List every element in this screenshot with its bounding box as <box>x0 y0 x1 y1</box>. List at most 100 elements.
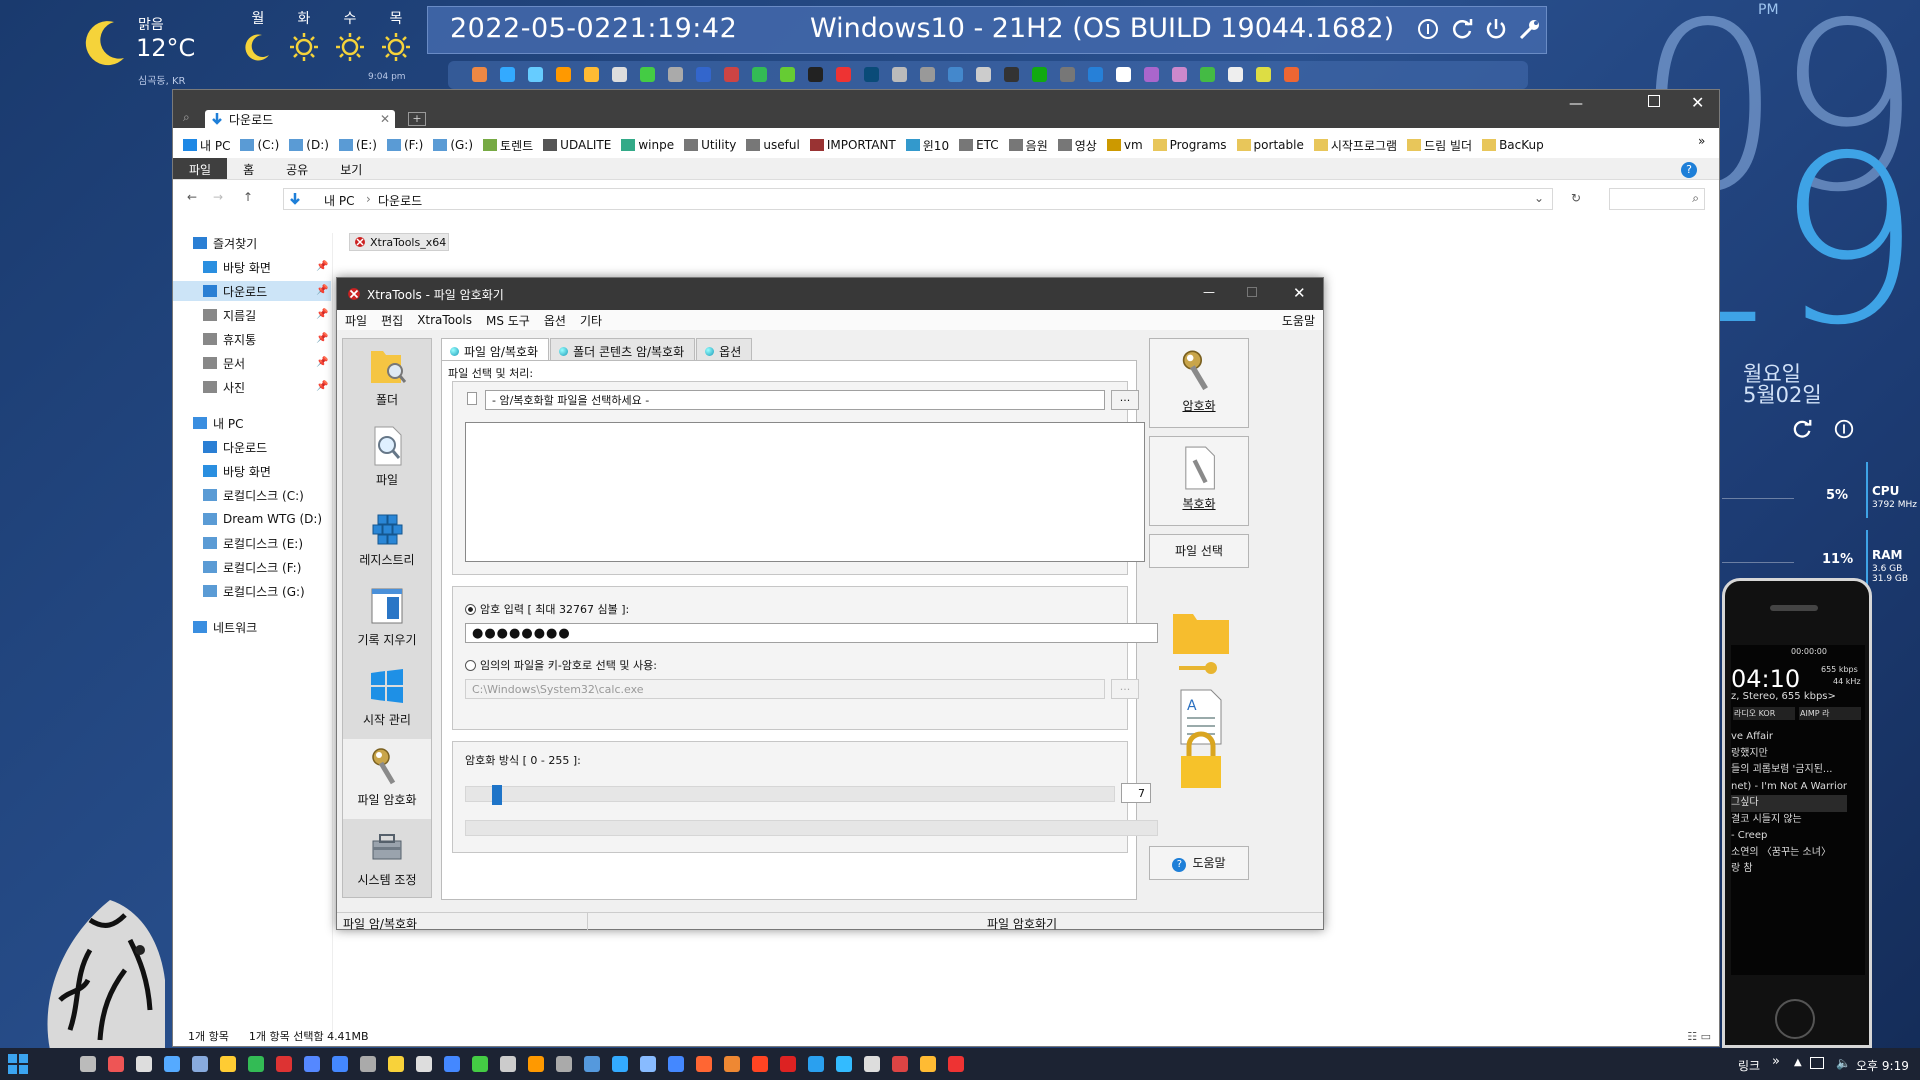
dock-app-icon[interactable] <box>948 67 963 82</box>
close-tab-icon[interactable]: ✕ <box>380 112 390 126</box>
dock-app-icon[interactable] <box>976 67 991 82</box>
favorite-link[interactable]: (C:) <box>240 138 279 152</box>
ribbon-tab-home[interactable]: 홈 <box>227 158 270 179</box>
taskbar-app-icon[interactable] <box>864 1056 880 1072</box>
tab-folder-encrypt[interactable]: 폴더 콘텐츠 암/복호화 <box>550 338 696 360</box>
taskbar-app-icon[interactable] <box>248 1056 264 1072</box>
tool-startup-manager-button[interactable]: 시작 관리 <box>343 659 431 739</box>
playlist-item[interactable]: 들의 괴롭보렴 '금지된... <box>1731 762 1847 779</box>
tool-system-tweak-button[interactable]: 시스템 조정 <box>343 819 431 899</box>
select-file-button[interactable]: 파일 선택 <box>1149 534 1249 568</box>
encrypt-button[interactable]: 암호화 <box>1149 338 1249 428</box>
help-icon[interactable]: ? <box>1681 162 1697 178</box>
method-slider-track[interactable] <box>465 785 1115 805</box>
taskbar-app-icon[interactable] <box>80 1056 96 1072</box>
dock-app-icon[interactable] <box>752 67 767 82</box>
taskbar-app-icon[interactable] <box>612 1056 628 1072</box>
pin-icon[interactable]: 📌 <box>316 357 328 368</box>
dock-app-icon[interactable] <box>528 67 543 82</box>
up-icon[interactable]: ↑ <box>243 190 253 204</box>
nav-item[interactable]: 로컬디스크 (F:) <box>203 557 301 577</box>
method-slider-thumb[interactable] <box>491 785 502 805</box>
taskbar-app-icon[interactable] <box>416 1056 432 1072</box>
favorite-link[interactable]: (G:) <box>433 138 473 152</box>
playlist-item[interactable]: ve Affair <box>1731 729 1847 746</box>
taskbar-app-icon[interactable] <box>444 1056 460 1072</box>
dock-app-icon[interactable] <box>584 67 599 82</box>
taskbar-app-icon[interactable] <box>528 1056 544 1072</box>
favorite-link[interactable]: 토렌트 <box>483 137 533 154</box>
playlist-item[interactable]: 랑했지만 <box>1731 746 1847 763</box>
nav-item[interactable]: 다운로드 <box>173 281 331 301</box>
method-value-input[interactable]: 7 <box>1121 783 1151 803</box>
menu-ms-tools[interactable]: MS 도구 <box>486 312 530 329</box>
nav-item[interactable]: 다운로드 <box>203 437 267 457</box>
tab-downloads[interactable]: 다운로드 ✕ <box>205 110 395 128</box>
info-icon[interactable] <box>1416 17 1440 41</box>
minimize-icon[interactable]: — <box>1569 96 1583 112</box>
details-view-icon[interactable]: ☷ ▭ <box>1687 1030 1711 1043</box>
taskbar-app-icon[interactable] <box>108 1056 124 1072</box>
favorite-link[interactable]: winpe <box>621 138 674 152</box>
taskbar-app-icon[interactable] <box>360 1056 376 1072</box>
tab-options[interactable]: 옵션 <box>696 338 753 360</box>
pin-icon[interactable]: 📌 <box>316 381 328 392</box>
ribbon-tab-view[interactable]: 보기 <box>324 158 378 179</box>
new-tab-button[interactable]: + <box>408 112 426 126</box>
favorite-link[interactable]: vm <box>1106 138 1143 152</box>
dock-app-icon[interactable] <box>864 67 879 82</box>
playlist-item[interactable]: 그싶다 <box>1731 795 1848 812</box>
nav-item[interactable]: 내 PC <box>193 413 243 433</box>
dock-app-icon[interactable] <box>1004 67 1019 82</box>
nav-item[interactable]: 로컬디스크 (E:) <box>203 533 303 553</box>
power-icon[interactable] <box>1484 17 1508 41</box>
favorite-link[interactable]: ETC <box>959 138 999 152</box>
links-toolbar-label[interactable]: 링크 <box>1738 1057 1760 1074</box>
aimp-button[interactable]: AIMP 라 <box>1799 707 1861 720</box>
favorite-link[interactable]: Utility <box>684 138 736 152</box>
favorite-link[interactable]: 음원 <box>1008 137 1048 154</box>
maximize-icon[interactable] <box>1648 95 1660 107</box>
taskbar-app-icon[interactable] <box>276 1056 292 1072</box>
ribbon-tab-file[interactable]: 파일 <box>173 158 228 179</box>
help-button[interactable]: ? 도움말 <box>1149 846 1249 880</box>
refresh-icon[interactable]: ↻ <box>1571 191 1581 205</box>
taskbar-app-icon[interactable] <box>388 1056 404 1072</box>
volume-icon[interactable]: 🔈 <box>1836 1056 1851 1070</box>
nav-item[interactable]: Dream WTG (D:) <box>203 509 322 529</box>
dock-app-icon[interactable] <box>472 67 487 82</box>
dock-app-icon[interactable] <box>1228 67 1243 82</box>
tab-file-encrypt[interactable]: 파일 암/복호화 <box>441 338 550 360</box>
file-path-input[interactable]: - 암/복호화할 파일을 선택하세요 - <box>485 390 1105 410</box>
nav-item[interactable]: 로컬디스크 (C:) <box>203 485 304 505</box>
nav-item[interactable]: 휴지통 <box>203 329 256 349</box>
dock-app-icon[interactable] <box>1172 67 1187 82</box>
taskbar-app-icon[interactable] <box>164 1056 180 1072</box>
taskbar-app-icon[interactable] <box>192 1056 208 1072</box>
menu-options[interactable]: 옵션 <box>544 312 566 329</box>
taskbar-app-icon[interactable] <box>780 1056 796 1072</box>
menu-etc[interactable]: 기타 <box>580 312 602 329</box>
tool-clear-history-button[interactable]: 기록 지우기 <box>343 579 431 659</box>
nav-item[interactable]: 로컬디스크 (G:) <box>203 581 305 601</box>
back-icon[interactable]: ← <box>187 190 197 204</box>
close-icon[interactable]: ✕ <box>1293 284 1306 302</box>
pin-icon[interactable]: 📌 <box>316 261 328 272</box>
forward-icon[interactable]: → <box>213 190 223 204</box>
breadcrumb-downloads[interactable]: 다운로드 <box>378 192 422 209</box>
tool-folder-button[interactable]: 폴더 <box>343 339 431 419</box>
taskbar-app-icon[interactable] <box>836 1056 852 1072</box>
dock-app-icon[interactable] <box>1116 67 1131 82</box>
search-input[interactable]: ⌕ <box>1609 188 1705 210</box>
playlist-item[interactable]: 랑 참 <box>1731 861 1847 878</box>
favorite-link[interactable]: (F:) <box>386 138 423 152</box>
ribbon-tab-share[interactable]: 공유 <box>270 158 324 179</box>
more-favorites-icon[interactable]: » <box>1698 134 1705 148</box>
menu-file[interactable]: 파일 <box>345 312 367 329</box>
restart-icon[interactable] <box>1450 17 1474 41</box>
taskbar-app-icon[interactable] <box>332 1056 348 1072</box>
nav-item[interactable]: 네트워크 <box>193 617 257 637</box>
nav-item[interactable]: 즐겨찾기 <box>193 233 257 253</box>
favorite-link[interactable]: 내 PC <box>183 137 230 154</box>
dock-app-icon[interactable] <box>724 67 739 82</box>
